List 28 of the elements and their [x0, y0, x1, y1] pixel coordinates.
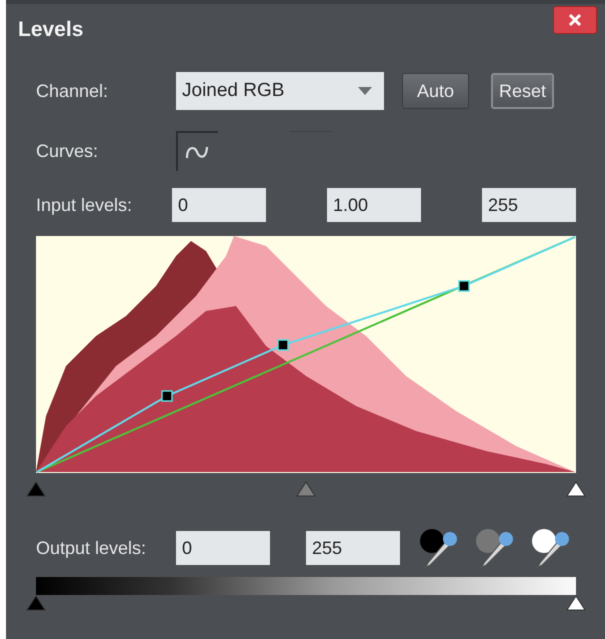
channel-label: Channel: — [36, 80, 110, 102]
input-slider-thumb[interactable] — [566, 481, 586, 497]
curves-label: Curves: — [36, 140, 100, 162]
close-button[interactable] — [553, 6, 597, 34]
caret-icon — [358, 87, 372, 95]
auto-button[interactable]: Auto — [402, 73, 470, 109]
output-slider-thumb[interactable] — [566, 595, 586, 611]
reset-button[interactable]: Reset — [491, 73, 554, 109]
window-title: Levels — [18, 18, 84, 42]
output-level-field[interactable]: 255 — [306, 531, 400, 565]
input-levels-label: Input levels: — [36, 194, 134, 216]
input-level-field[interactable]: 1.00 — [327, 188, 421, 222]
input-level-field[interactable]: 255 — [482, 188, 576, 222]
eyedropper-icon[interactable] — [530, 527, 572, 569]
input-slider-thumb[interactable] — [296, 481, 316, 497]
output-levels-label: Output levels: — [36, 538, 148, 558]
curve-point-handle[interactable] — [277, 339, 289, 351]
curve-point-handle[interactable] — [458, 280, 470, 292]
channel-dropdown[interactable]: Joined RGB — [176, 72, 384, 110]
curve-mode-button[interactable] — [176, 131, 218, 171]
input-slider-thumb[interactable] — [26, 481, 46, 497]
output-slider-thumb[interactable] — [26, 595, 46, 611]
eyedropper-icon[interactable] — [418, 527, 460, 569]
eyedropper-icon[interactable] — [474, 527, 516, 569]
input-level-field[interactable]: 0 — [172, 188, 266, 222]
curve-point-handle[interactable] — [161, 390, 173, 402]
close-icon — [568, 13, 582, 27]
output-level-field[interactable]: 0 — [176, 531, 270, 565]
